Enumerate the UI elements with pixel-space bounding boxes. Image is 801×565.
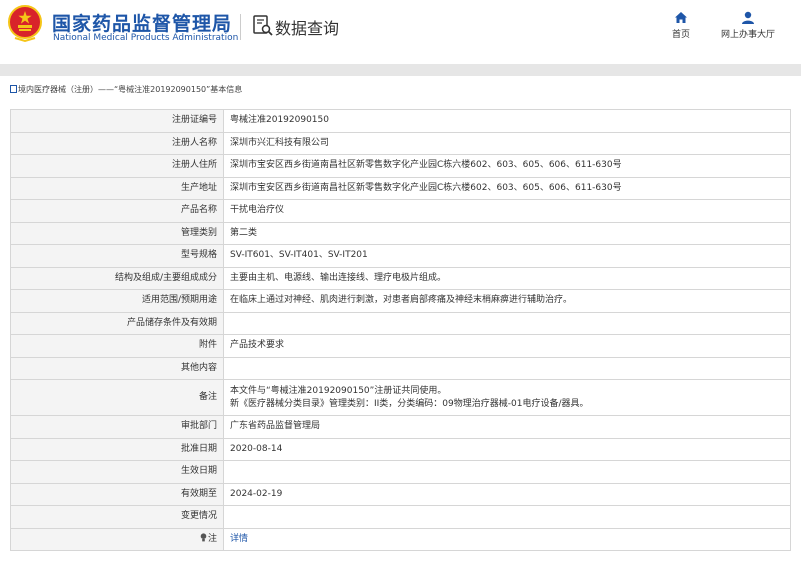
field-label: 备注 [10, 379, 224, 416]
field-value: 本文件与“粤械注准20192090150”注册证共同使用。新《医疗器械分类目录》… [223, 379, 791, 416]
field-value: 在临床上通过对神经、肌肉进行刺激，对患者肩部疼痛及神经末梢麻痹进行辅助治疗。 [223, 289, 791, 313]
field-value: 深圳市宝安区西乡街道南昌社区新零售数字化产业园C栋六楼602、603、605、6… [223, 154, 791, 178]
table-row: 注册人名称 深圳市兴汇科技有限公司 [10, 131, 791, 155]
nav-home-link[interactable]: 首页 [668, 11, 694, 40]
lightbulb-icon [200, 533, 207, 542]
field-label: 生效日期 [10, 460, 224, 484]
document-search-icon [253, 15, 273, 36]
field-value [223, 460, 791, 484]
nav-online-hall-link[interactable]: 网上办事大厅 [716, 11, 780, 40]
site-title: 国家药品监督管理局 [52, 13, 233, 35]
remark-line: 新《医疗器械分类目录》管理类别：II类，分类编码：09物理治疗器械-01电疗设备… [230, 398, 589, 409]
details-link[interactable]: 详情 [230, 534, 248, 544]
table-row: 有效期至 2024-02-19 [10, 482, 791, 506]
site-header: 国家药品监督管理局 National Medical Products Admi… [0, 0, 801, 64]
table-row: 审批部门 广东省药品监督管理局 [10, 415, 791, 439]
home-icon [675, 12, 687, 23]
field-label: 型号规格 [10, 244, 224, 268]
header-band [0, 64, 801, 76]
field-value: SV-IT601、SV-IT401、SV-IT201 [223, 244, 791, 268]
field-label: 批准日期 [10, 437, 224, 461]
field-label: 管理类别 [10, 221, 224, 245]
field-label: 注册人住所 [10, 154, 224, 178]
header-divider [240, 14, 241, 40]
field-label: 其他内容 [10, 356, 224, 380]
field-label: 产品储存条件及有效期 [10, 311, 224, 335]
registration-info-table: 注册证编号 粤械注准20192090150 注册人名称 深圳市兴汇科技有限公司 注册… [10, 109, 791, 551]
table-row: 适用范围/预期用途 在临床上通过对神经、肌肉进行刺激，对患者肩部疼痛及神经末梢麻痹… [10, 289, 791, 313]
table-row: 生产地址 深圳市宝安区西乡街道南昌社区新零售数字化产业园C栋六楼602、603、6… [10, 176, 791, 200]
table-row: 注 详情 [10, 527, 791, 551]
field-label: 结构及组成/主要组成成分 [10, 266, 224, 290]
table-row: 型号规格 SV-IT601、SV-IT401、SV-IT201 [10, 244, 791, 268]
field-label: 产品名称 [10, 199, 224, 223]
field-value [223, 311, 791, 335]
note-label: 注 [207, 533, 217, 544]
table-row: 注册人住所 深圳市宝安区西乡街道南昌社区新零售数字化产业园C栋六楼602、603、… [10, 154, 791, 178]
user-icon [742, 11, 754, 24]
breadcrumb-text: 境内医疗器械（注册）——“粤械注准20192090150”基本信息 [18, 85, 243, 94]
field-label: 审批部门 [10, 415, 224, 439]
field-label: 适用范围/预期用途 [10, 289, 224, 313]
field-value: 深圳市兴汇科技有限公司 [223, 131, 791, 155]
table-row: 结构及组成/主要组成成分 主要由主机、电源线、输出连接线、理疗电极片组成。 [10, 266, 791, 290]
table-row: 备注 本文件与“粤械注准20192090150”注册证共同使用。新《医疗器械分类目… [10, 379, 791, 416]
table-row: 变更情况 [10, 505, 791, 529]
table-row: 生效日期 [10, 460, 791, 484]
page-title: 数据查询 [275, 19, 340, 38]
location-icon [10, 85, 17, 93]
field-label: 注册证编号 [10, 109, 224, 133]
national-emblem-icon [8, 5, 42, 43]
breadcrumb: 境内医疗器械（注册）——“粤械注准20192090150”基本信息 [10, 84, 242, 95]
field-value: 2024-02-19 [223, 482, 791, 506]
field-value: 详情 [223, 527, 791, 551]
field-value [223, 356, 791, 380]
field-label: 生产地址 [10, 176, 224, 200]
field-value: 粤械注准20192090150 [223, 109, 791, 133]
field-label: 注册人名称 [10, 131, 224, 155]
field-value [223, 505, 791, 529]
field-value: 第二类 [223, 221, 791, 245]
remark-line: 本文件与“粤械注准20192090150”注册证共同使用。 [230, 385, 447, 396]
field-label: 附件 [10, 334, 224, 358]
nav-home-label: 首页 [671, 30, 690, 40]
site-subtitle: National Medical Products Administration [53, 33, 239, 43]
field-value: 广东省药品监督管理局 [223, 415, 791, 439]
table-row: 产品名称 干扰电治疗仪 [10, 199, 791, 223]
field-label: 有效期至 [10, 482, 224, 506]
field-value: 干扰电治疗仪 [223, 199, 791, 223]
field-value: 2020-08-14 [223, 437, 791, 461]
table-row: 其他内容 [10, 356, 791, 380]
table-row: 注册证编号 粤械注准20192090150 [10, 109, 791, 133]
table-row: 附件 产品技术要求 [10, 334, 791, 358]
field-value: 产品技术要求 [223, 334, 791, 358]
nav-online-hall-label: 网上办事大厅 [720, 30, 775, 40]
field-value: 深圳市宝安区西乡街道南昌社区新零售数字化产业园C栋六楼602、603、605、6… [223, 176, 791, 200]
table-row: 批准日期 2020-08-14 [10, 437, 791, 461]
table-row: 管理类别 第二类 [10, 221, 791, 245]
table-row: 产品储存条件及有效期 [10, 311, 791, 335]
field-label: 注 [10, 527, 224, 551]
field-value: 主要由主机、电源线、输出连接线、理疗电极片组成。 [223, 266, 791, 290]
field-label: 变更情况 [10, 505, 224, 529]
